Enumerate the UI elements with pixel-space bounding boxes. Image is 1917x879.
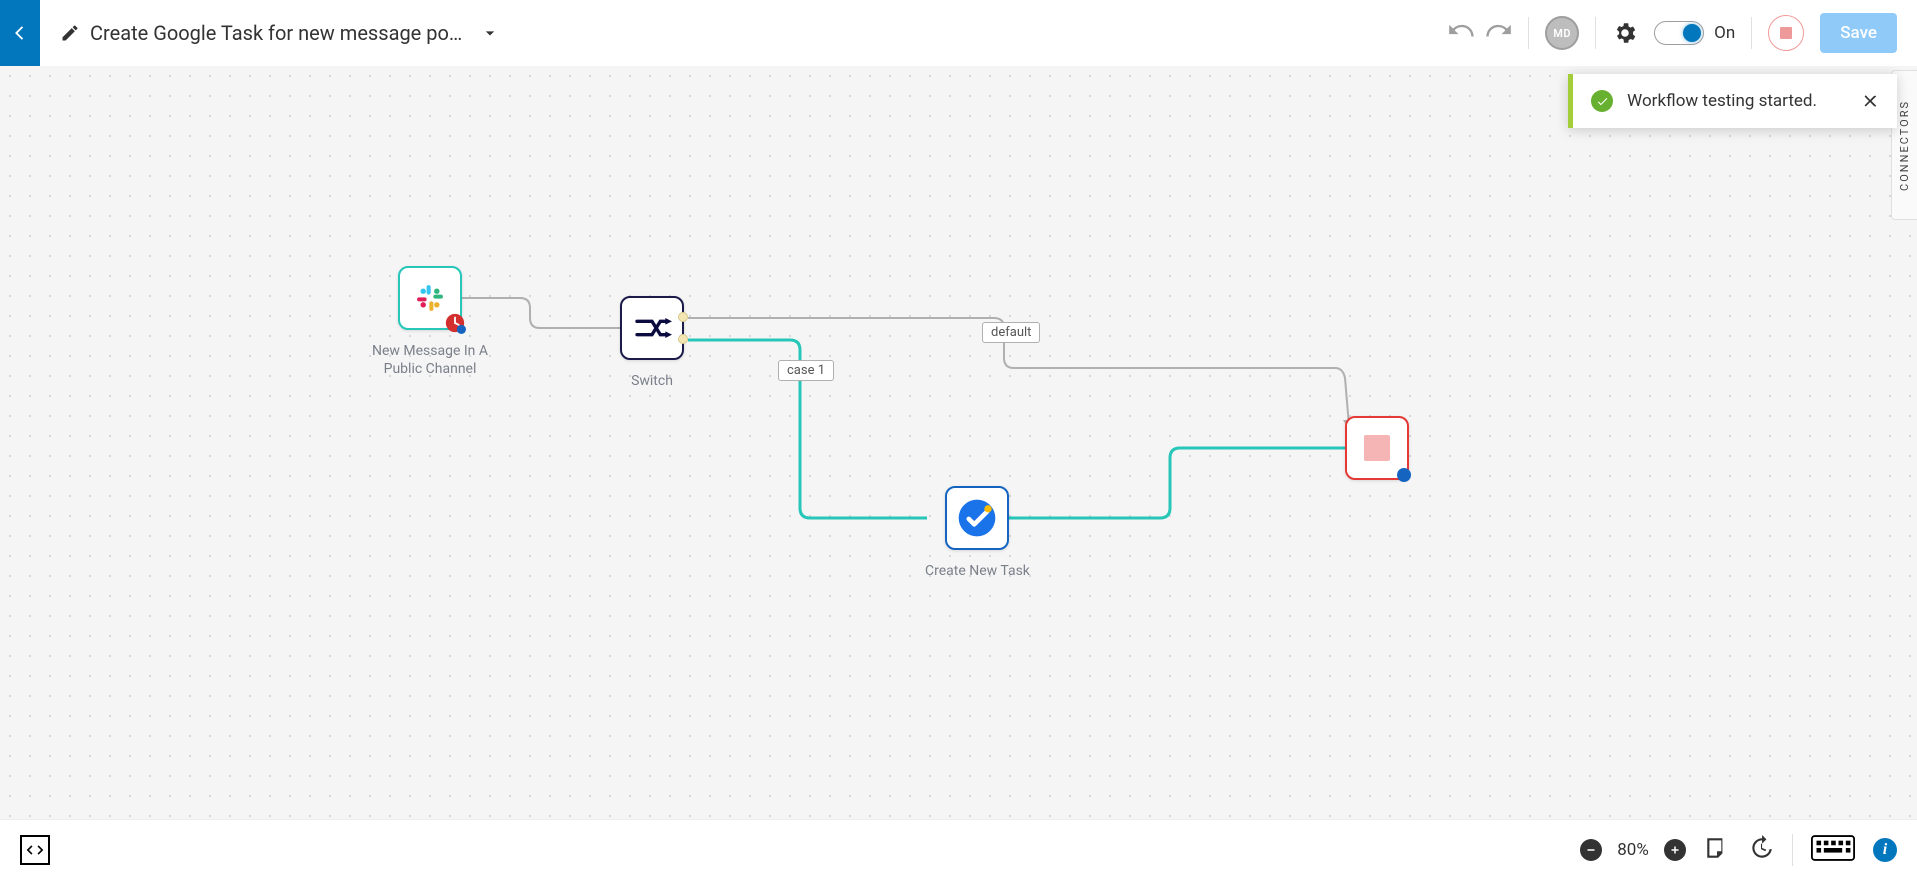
active-dot-icon xyxy=(1397,468,1411,482)
slack-icon xyxy=(413,281,447,315)
save-button[interactable]: Save xyxy=(1820,13,1897,53)
divider xyxy=(1751,17,1752,49)
workflow-wires xyxy=(0,66,1917,819)
clock-badge-icon xyxy=(444,312,466,334)
history-button[interactable] xyxy=(1748,835,1774,865)
toggle-label: On xyxy=(1714,23,1735,43)
node-task-label: Create New Task xyxy=(925,562,1030,580)
node-switch[interactable]: Switch xyxy=(620,296,684,390)
stop-workflow-button[interactable] xyxy=(1768,15,1804,51)
close-icon[interactable] xyxy=(1861,92,1879,110)
divider xyxy=(1792,834,1793,866)
connectors-panel-label: CONNECTORS xyxy=(1898,100,1911,191)
workflow-canvas[interactable]: case 1 default New Message In A Public C… xyxy=(0,66,1917,819)
workflow-title[interactable]: Create Google Task for new message po… xyxy=(90,21,462,45)
divider xyxy=(1528,17,1529,49)
chevron-down-icon[interactable] xyxy=(480,23,500,43)
keyboard-shortcuts-button[interactable] xyxy=(1811,834,1855,866)
pencil-icon[interactable] xyxy=(60,23,80,43)
node-task[interactable]: Create New Task xyxy=(925,486,1030,580)
avatar[interactable]: MD xyxy=(1545,16,1579,50)
chevron-left-icon xyxy=(9,22,31,44)
code-icon xyxy=(25,840,45,860)
edge-label-case1: case 1 xyxy=(778,360,834,381)
undo-redo-group xyxy=(1448,19,1512,47)
workflow-enabled-toggle-group: On xyxy=(1654,21,1735,45)
workflow-enabled-toggle[interactable] xyxy=(1654,21,1704,45)
zoom-level: 80% xyxy=(1612,840,1654,860)
redo-button[interactable] xyxy=(1484,19,1512,47)
undo-button[interactable] xyxy=(1448,19,1476,47)
zoom-out-button[interactable] xyxy=(1580,839,1602,861)
workflow-title-group: Create Google Task for new message po… xyxy=(60,21,500,45)
back-button[interactable] xyxy=(0,0,40,66)
check-icon xyxy=(1591,90,1613,112)
edge-label-default: default xyxy=(982,322,1040,343)
top-bar-right: MD On Save xyxy=(1448,0,1917,66)
bottom-bar: 80% i xyxy=(0,819,1917,879)
code-view-button[interactable] xyxy=(20,835,50,865)
stop-icon xyxy=(1780,27,1792,39)
node-end[interactable] xyxy=(1345,416,1409,480)
node-trigger[interactable]: New Message In A Public Channel xyxy=(365,266,495,378)
zoom-in-button[interactable] xyxy=(1664,839,1686,861)
switch-icon xyxy=(632,308,672,348)
toast-notification: Workflow testing started. xyxy=(1568,74,1897,128)
zoom-controls: 80% xyxy=(1580,839,1686,861)
node-switch-label: Switch xyxy=(631,372,673,390)
gear-icon[interactable] xyxy=(1612,20,1638,46)
node-trigger-label: New Message In A Public Channel xyxy=(365,342,495,378)
top-bar: Create Google Task for new message po… M… xyxy=(0,0,1917,66)
stop-icon xyxy=(1364,435,1390,461)
notes-button[interactable] xyxy=(1704,835,1730,865)
divider xyxy=(1595,17,1596,49)
google-tasks-icon xyxy=(955,496,999,540)
info-button[interactable]: i xyxy=(1873,838,1897,862)
toast-message: Workflow testing started. xyxy=(1627,91,1817,111)
